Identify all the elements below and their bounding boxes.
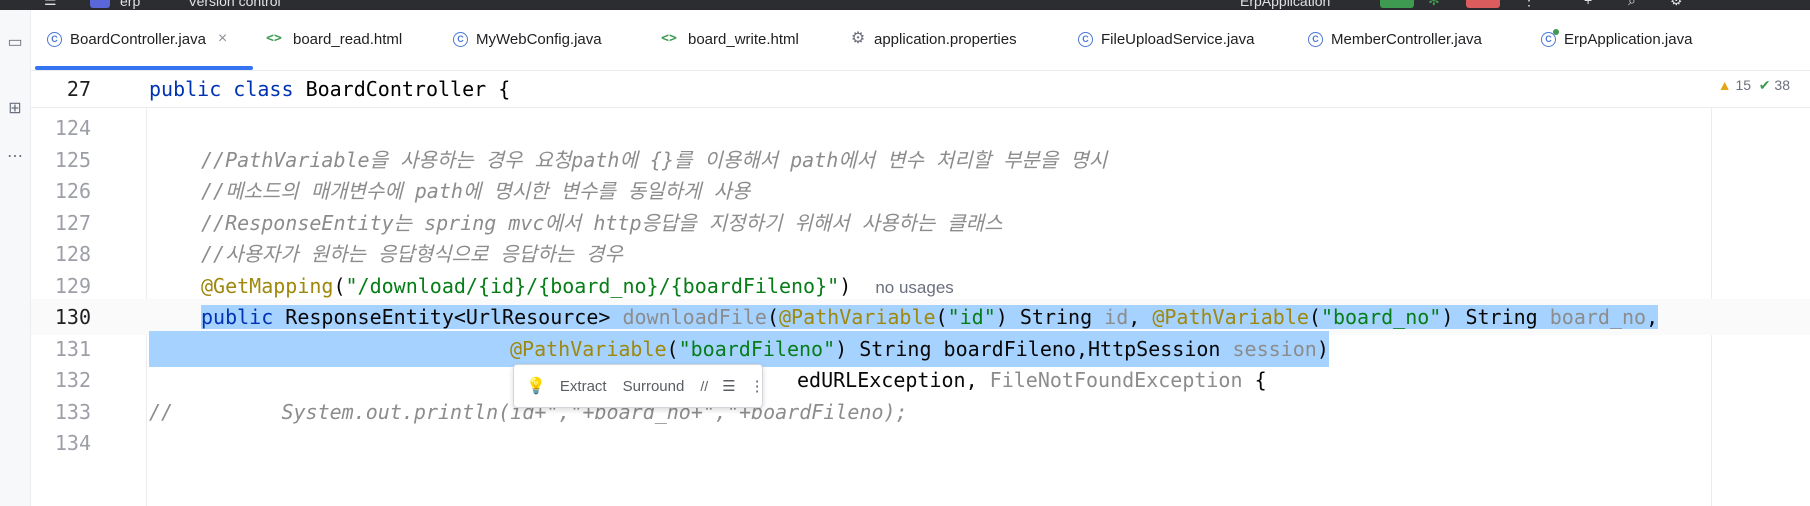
parameter: session [1232, 337, 1317, 361]
comment: //메소드의 매개변수에 path에 명시한 변수를 동일하게 사용 [201, 179, 751, 203]
keyword: class [233, 77, 294, 101]
line-number: 126 [54, 179, 91, 203]
main-menu-icon[interactable]: ☰ [44, 0, 57, 9]
run-config[interactable]: ErpApplication [1240, 0, 1330, 9]
surround-button[interactable]: Surround [623, 378, 685, 395]
sticky-code: public class BoardController { [149, 71, 510, 107]
more-tools-icon[interactable]: ⋯ [0, 146, 30, 166]
more-icon[interactable]: ⋮ [1522, 0, 1536, 9]
return-type: ResponseEntity<UrlResource> [285, 305, 611, 329]
stop-button[interactable] [1466, 0, 1500, 8]
comment-icon[interactable]: // [700, 378, 708, 394]
gear-icon[interactable]: ⚙ [1670, 0, 1683, 9]
parameter: board_no [1549, 305, 1647, 329]
tab-fileuploadservice[interactable]: C FileUploadService.java [1078, 10, 1254, 68]
line-number: 124 [54, 116, 91, 140]
html-icon: <> [266, 31, 282, 46]
add-user-icon[interactable]: + [1584, 0, 1592, 8]
line-number: 132 [54, 368, 91, 392]
code-line-current[interactable]: 130 public ResponseEntity<UrlResource> d… [31, 299, 1810, 335]
usages-hint[interactable]: no usages [875, 278, 953, 297]
sticky-line[interactable]: 27 public class BoardController { ▲ 15 ✔… [31, 71, 1810, 108]
tab-label: MemberController.java [1331, 30, 1482, 48]
ok-count: 38 [1774, 77, 1790, 93]
lightbulb-icon[interactable]: 💡 [526, 376, 546, 396]
parameters: String boardFileno,HttpSession [859, 337, 1221, 361]
reformat-icon[interactable]: ☰ [722, 377, 735, 395]
annotation: @PathVariable [779, 305, 936, 329]
code-line[interactable]: 134 [31, 425, 1810, 461]
tab-board-read[interactable]: <> board_read.html [263, 10, 402, 68]
tab-erpapplication[interactable]: C ErpApplication.java [1541, 10, 1692, 68]
editor-tabs: C BoardController.java × <> board_read.h… [31, 10, 1810, 71]
html-icon: <> [661, 31, 677, 46]
extract-button[interactable]: Extract [560, 378, 607, 395]
more-icon[interactable]: ⋮ [750, 377, 765, 395]
debug-icon[interactable]: ✻ [1428, 0, 1440, 9]
keyword: public [149, 77, 222, 101]
project-name[interactable]: erp [120, 0, 140, 9]
string-literal: "boardFileno" [678, 337, 836, 361]
class-icon: C [47, 31, 62, 47]
string-literal: "id" [947, 305, 996, 329]
code-line[interactable]: 132 edURLException, FileNotFoundExceptio… [31, 362, 1810, 398]
code-line[interactable]: 126 //메소드의 매개변수에 path에 명시한 변수를 동일하게 사용 [31, 173, 1810, 209]
string-literal: "/download/{id}/{board_no}/{boardFileno}… [345, 274, 840, 298]
annotation: @PathVariable [1152, 305, 1309, 329]
code-editor[interactable]: 27 public class BoardController { ▲ 15 ✔… [31, 71, 1810, 506]
code-line[interactable]: 128 //사용자가 원하는 응답형식으로 응답하는 경우 [31, 236, 1810, 272]
class-icon: C [1308, 31, 1323, 47]
warning-icon: ▲ [1717, 77, 1732, 93]
run-class-icon: C [1541, 28, 1559, 47]
line-number: 27 [66, 77, 91, 101]
vcs-widget[interactable]: Version control [188, 0, 281, 9]
type: String [1019, 305, 1093, 329]
string-literal: "board_no" [1320, 305, 1442, 329]
code-line[interactable]: 124 [31, 110, 1810, 146]
method-name: downloadFile [622, 305, 767, 329]
run-button[interactable] [1380, 0, 1414, 8]
title-bar: ☰ erp Version control ErpApplication ✻ ⋮… [0, 0, 1810, 10]
structure-icon[interactable]: ⊞ [0, 98, 30, 118]
tab-label: application.properties [874, 30, 1017, 48]
active-tab-indicator [35, 66, 253, 70]
tab-board-write[interactable]: <> board_write.html [658, 10, 799, 68]
tab-label: BoardController.java [70, 30, 206, 48]
folder-icon[interactable]: ▭ [0, 32, 30, 52]
annotation: @PathVariable [510, 337, 667, 361]
code-text: public ResponseEntity<UrlResource> downl… [201, 305, 1659, 329]
comment: //사용자가 원하는 응답형식으로 응답하는 경우 [201, 242, 623, 266]
tab-label: board_write.html [688, 30, 799, 48]
check-icon: ✔ [1758, 77, 1771, 93]
tab-boardcontroller[interactable]: C BoardController.java × [35, 10, 253, 70]
code-text: edURLException, FileNotFoundException { [797, 368, 1267, 392]
type: String [1465, 305, 1538, 329]
close-icon[interactable]: × [218, 30, 227, 48]
search-icon[interactable]: ⌕ [1628, 0, 1636, 9]
exception-type: FileNotFoundException [989, 368, 1243, 392]
tab-label: FileUploadService.java [1101, 30, 1255, 48]
class-icon: C [1078, 31, 1093, 47]
inspection-widget[interactable]: ▲ 15 ✔ 38 [1718, 77, 1790, 94]
warning-count: 15 [1735, 77, 1752, 93]
class-icon: C [453, 31, 468, 47]
tab-label: board_read.html [293, 30, 403, 48]
class-name: BoardController [305, 77, 487, 101]
tab-membercontroller[interactable]: C MemberController.java [1308, 10, 1482, 68]
gear-icon: ⚙ [850, 30, 866, 47]
parameter: id [1104, 305, 1129, 329]
tab-mywebconfig[interactable]: C MyWebConfig.java [453, 10, 602, 68]
tab-label: MyWebConfig.java [476, 30, 602, 48]
line-number: 130 [54, 305, 91, 329]
annotation: @GetMapping [201, 274, 334, 298]
keyword: public [201, 305, 274, 329]
tab-label: ErpApplication.java [1564, 30, 1693, 48]
line-number: 128 [54, 242, 91, 266]
project-badge[interactable] [90, 0, 110, 8]
line-number: 134 [54, 431, 91, 455]
brace: { [498, 77, 511, 101]
tool-window-strip: ▭ ⊞ ⋯ [0, 10, 31, 506]
floating-toolbar: 💡 Extract Surround // ☰ ⋮ [513, 364, 765, 408]
tab-application-properties[interactable]: ⚙ application.properties [850, 10, 1017, 68]
